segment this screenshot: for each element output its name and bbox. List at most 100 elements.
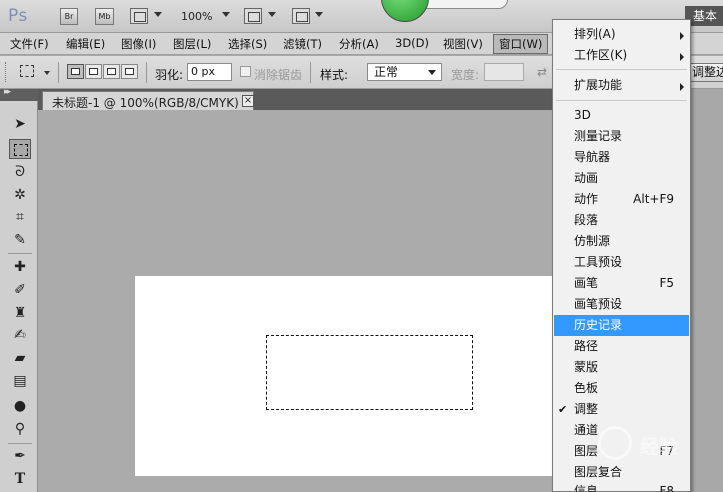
menu-image[interactable]: 图像(I) [121, 36, 156, 52]
clone-stamp-tool-icon[interactable]: ♜ [9, 303, 31, 323]
menu-edit[interactable]: 编辑(E) [66, 36, 105, 52]
menu-item-measurement-log[interactable]: 测量记录 [553, 126, 690, 147]
zoom-dropdown-icon[interactable] [222, 12, 230, 17]
menu-item-extensions[interactable]: 扩展功能 [553, 75, 690, 96]
menu-view[interactable]: 视图(V) [443, 36, 483, 52]
width-label: 宽度: [451, 68, 480, 82]
menu-item-tool-presets[interactable]: 工具预设 [553, 252, 690, 273]
menu-item-label: 测量记录 [574, 129, 623, 143]
menu-item-actions[interactable]: 动作 Alt+F9 [553, 189, 690, 210]
menu-item-shortcut: Alt+F9 [633, 192, 674, 206]
menu-item-history[interactable]: 历史记录 [554, 315, 689, 336]
lasso-tool-icon[interactable]: ᘐ [9, 162, 31, 182]
dodge-tool-icon[interactable]: ⚲ [9, 419, 31, 439]
menu-item-arrange[interactable]: 排列(A) [553, 24, 690, 45]
zoom-level[interactable]: 100% [181, 10, 212, 23]
checkmark-icon: ✔ [558, 403, 568, 416]
document-tab[interactable]: 未标题-1 @ 100%(RGB/8/CMYK) * × [42, 91, 254, 110]
quick-selection-tool-icon[interactable]: ✲ [9, 185, 31, 205]
move-tool-icon[interactable]: ➤ [9, 114, 31, 134]
menu-item-info[interactable]: 信息 F8 [553, 481, 690, 492]
toolbox-header[interactable]: ▸▸ [0, 87, 38, 101]
intersect-selection-icon[interactable] [121, 64, 138, 79]
tool-preset-icon[interactable] [20, 65, 34, 77]
menu-window[interactable]: 窗口(W) [493, 34, 549, 54]
menu-item-label: 扩展功能 [574, 78, 623, 92]
crop-tool-icon[interactable]: ⌗ [9, 207, 31, 227]
swap-icon[interactable]: ⇄ [537, 65, 547, 79]
divider [8, 253, 32, 254]
menu-item-paragraph[interactable]: 段落 [553, 210, 690, 231]
divider [8, 443, 32, 444]
history-brush-tool-icon[interactable]: ✍ [9, 325, 31, 345]
menu-filter[interactable]: 滤镜(T) [283, 36, 322, 52]
collapse-icon[interactable]: ▸▸ [4, 87, 11, 97]
view-extras-dropdown-icon[interactable] [154, 12, 162, 17]
menu-divider [556, 100, 687, 101]
refine-edge-button[interactable]: 调整边缘... [688, 63, 723, 82]
feather-label: 羽化: [155, 68, 184, 82]
menu-item-brush-presets[interactable]: 画笔预设 [553, 294, 690, 315]
menu-analysis[interactable]: 分析(A) [339, 36, 379, 52]
menu-layer[interactable]: 图层(L) [173, 36, 211, 52]
menu-item-animation[interactable]: 动画 [553, 168, 690, 189]
brush-tool-icon[interactable]: ✐ [9, 280, 31, 300]
menu-item-swatches[interactable]: 色板 [553, 378, 690, 399]
menu-item-3d[interactable]: 3D [553, 105, 690, 126]
feather-input[interactable]: 0 px [187, 63, 232, 81]
toolbox: ▸▸ ➤ ᘐ ✲ ⌗ ✎ ✚ ✐ ♜ ✍ ▰ ▤ ● ⚲ ✒ T [0, 87, 38, 492]
menu-item-masks[interactable]: 蒙版 [553, 357, 690, 378]
menu-divider [556, 69, 687, 70]
marquee-selection[interactable] [266, 335, 473, 410]
photoshop-logo: Ps [8, 6, 28, 26]
bridge-button[interactable]: Br [60, 8, 78, 25]
tool-preset-dropdown-icon[interactable] [44, 71, 50, 75]
eyedropper-tool-icon[interactable]: ✎ [9, 230, 31, 250]
menu-item-navigator[interactable]: 导航器 [553, 147, 690, 168]
menu-item-workspace[interactable]: 工作区(K) [553, 45, 690, 66]
menu-item-label: 仿制源 [574, 234, 611, 248]
menu-item-brush[interactable]: 画笔 F5 [553, 273, 690, 294]
arrange-dropdown-icon[interactable] [268, 12, 276, 17]
close-icon[interactable]: × [242, 95, 254, 107]
menu-3d[interactable]: 3D(D) [395, 36, 429, 50]
new-selection-icon[interactable] [67, 64, 84, 79]
type-tool-icon[interactable]: T [9, 469, 31, 489]
menu-item-adjustments[interactable]: ✔ 调整 [553, 399, 690, 420]
gradient-tool-icon[interactable]: ▤ [9, 371, 31, 391]
arrange-documents-icon[interactable] [244, 8, 262, 24]
menu-item-label: 路径 [574, 339, 599, 353]
screen-mode-dropdown-icon[interactable] [315, 12, 323, 17]
healing-brush-tool-icon[interactable]: ✚ [9, 257, 31, 277]
style-label: 样式: [320, 68, 349, 82]
add-selection-icon[interactable] [85, 64, 102, 79]
rectangular-marquee-tool-icon[interactable] [9, 139, 31, 159]
view-extras-icon[interactable] [130, 8, 148, 24]
watermark: 经验 [570, 420, 710, 470]
eraser-tool-icon[interactable]: ▰ [9, 348, 31, 368]
divider [310, 62, 311, 83]
paw-logo-icon [598, 426, 632, 460]
menu-select[interactable]: 选择(S) [228, 36, 267, 52]
mini-bridge-button[interactable]: Mb [95, 8, 114, 25]
menu-item-shortcut: F5 [659, 276, 674, 290]
menu-item-paths[interactable]: 路径 [553, 336, 690, 357]
options-grip[interactable] [5, 62, 8, 82]
document-tab-strip: 未标题-1 @ 100%(RGB/8/CMYK) * × [38, 89, 558, 110]
screen-mode-icon[interactable] [292, 8, 310, 24]
style-select[interactable]: 正常 [367, 63, 442, 81]
canvas-workspace[interactable] [38, 110, 575, 492]
menu-item-label: 动画 [574, 171, 599, 185]
pen-tool-icon[interactable]: ✒ [9, 446, 31, 466]
width-input[interactable] [484, 63, 524, 81]
blur-tool-icon[interactable]: ● [9, 396, 31, 416]
menu-item-clone-source[interactable]: 仿制源 [553, 231, 690, 252]
menu-item-label: 3D [574, 108, 591, 122]
document-canvas[interactable] [135, 276, 575, 476]
antialias-checkbox[interactable] [240, 66, 251, 77]
menu-item-label: 画笔预设 [574, 297, 623, 311]
document-title: 未标题-1 @ 100%(RGB/8/CMYK) * [52, 96, 249, 110]
menu-item-label: 排列(A) [574, 27, 616, 41]
menu-file[interactable]: 文件(F) [10, 36, 49, 52]
subtract-selection-icon[interactable] [103, 64, 120, 79]
